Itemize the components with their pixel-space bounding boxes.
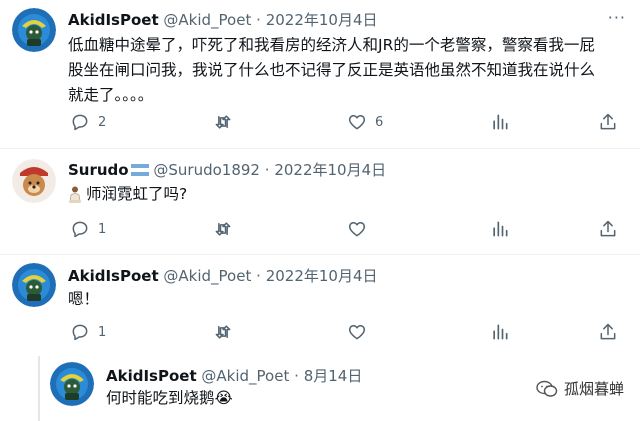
- share-button[interactable]: [598, 219, 618, 239]
- like-button[interactable]: [347, 322, 367, 342]
- action-bar: 2 6: [70, 112, 626, 134]
- avatar[interactable]: [12, 8, 56, 52]
- display-name[interactable]: AkidIsPoet: [106, 367, 197, 385]
- action-bar: 1: [70, 219, 626, 241]
- action-bar: 1: [70, 322, 626, 344]
- like-count: 6: [375, 114, 384, 130]
- retweet-button[interactable]: [213, 219, 233, 239]
- like-button[interactable]: [347, 219, 367, 239]
- tweet-text-line: 就走了。。。。: [68, 86, 154, 104]
- heart-icon: [348, 115, 366, 130]
- display-name[interactable]: AkidIsPoet: [68, 11, 159, 29]
- views-icon: [493, 221, 508, 237]
- views-button[interactable]: [490, 112, 510, 132]
- tweet-1[interactable]: AkidIsPoet @Akid_Poet · 2022年10月4日 ··· 低…: [0, 0, 640, 148]
- avatar-image: [12, 159, 56, 203]
- argentina-flag-icon: [130, 164, 149, 176]
- share-icon: [600, 113, 616, 130]
- reply-button[interactable]: 1: [70, 219, 106, 239]
- tweet-text-content: 师润霓虹了吗?: [86, 185, 188, 203]
- tweet-text: 嗯！: [68, 290, 100, 308]
- views-button[interactable]: [490, 322, 510, 342]
- wechat-icon: [536, 380, 558, 397]
- like-button[interactable]: 6: [347, 112, 383, 132]
- display-name[interactable]: AkidIsPoet: [68, 267, 159, 285]
- share-icon: [600, 220, 616, 237]
- avatar-image: [50, 362, 94, 406]
- display-name[interactable]: Surudo: [68, 161, 129, 179]
- watermark: 孤烟暮蝉: [536, 378, 624, 399]
- share-icon: [600, 323, 616, 340]
- avatar[interactable]: [12, 263, 56, 307]
- watermark-text: 孤烟暮蝉: [563, 380, 624, 398]
- tweet-header: AkidIsPoet @Akid_Poet · 2022年10月4日: [68, 9, 378, 30]
- handle[interactable]: @Akid_Poet: [163, 11, 251, 29]
- avatar[interactable]: [50, 362, 94, 406]
- separator: ·: [256, 267, 261, 285]
- handle[interactable]: @Akid_Poet: [163, 267, 251, 285]
- reply-icon: [72, 324, 88, 341]
- tweet-text: 低血糖中途晕了，吓死了和我看房的经济人和JR的一个老警察，警察看我一屁 股坐在闸…: [68, 33, 628, 108]
- meditating-person-icon: [69, 186, 81, 203]
- reply-count: 1: [98, 221, 107, 237]
- reply-icon: [72, 221, 88, 238]
- reply-count: 2: [98, 114, 107, 130]
- heart-icon: [348, 325, 366, 340]
- share-button[interactable]: [598, 322, 618, 342]
- handle[interactable]: @Surudo1892: [153, 161, 260, 179]
- tweet-3[interactable]: AkidIsPoet @Akid_Poet · 2022年10月4日 嗯！ 1: [0, 254, 640, 355]
- more-icon[interactable]: ···: [608, 8, 626, 27]
- tweet-2[interactable]: Surudo @Surudo1892 · 2022年10月4日 师润霓虹了吗? …: [0, 148, 640, 255]
- separator: ·: [264, 161, 270, 179]
- views-icon: [493, 114, 508, 130]
- tweet-text-line: 低血糖中途晕了，吓死了和我看房的经济人和JR的一个老警察，警察看我一屁: [68, 36, 595, 54]
- tweet-header: AkidIsPoet @Akid_Poet · 8月14日: [106, 365, 362, 386]
- timestamp[interactable]: 2022年10月4日: [266, 267, 378, 285]
- timestamp[interactable]: 8月14日: [304, 367, 363, 385]
- reply-count: 1: [98, 324, 107, 340]
- tweet-text: 师润霓虹了吗?: [68, 182, 187, 207]
- retweet-button[interactable]: [213, 322, 233, 342]
- timestamp[interactable]: 2022年10月4日: [274, 161, 386, 179]
- retweet-icon: [215, 222, 231, 236]
- tweet-header: AkidIsPoet @Akid_Poet · 2022年10月4日: [68, 265, 378, 286]
- handle[interactable]: @Akid_Poet: [201, 367, 289, 385]
- share-button[interactable]: [598, 112, 618, 132]
- tweet-text: 何时能吃到烧鹅😭: [106, 389, 233, 407]
- avatar-image: [12, 8, 56, 52]
- tweet-header: Surudo @Surudo1892 · 2022年10月4日: [68, 159, 386, 180]
- reply-button[interactable]: 1: [70, 322, 106, 342]
- avatar-image: [12, 263, 56, 307]
- retweet-icon: [215, 115, 231, 129]
- retweet-icon: [215, 325, 231, 339]
- separator: ·: [256, 11, 261, 29]
- retweet-button[interactable]: [213, 112, 241, 132]
- tweet-text-line: 股坐在闸口问我，我说了什么也不记得了反正是英语他虽然不知道我在说什么: [68, 61, 596, 79]
- separator: ·: [294, 367, 299, 385]
- avatar[interactable]: [12, 159, 56, 203]
- heart-icon: [348, 222, 366, 237]
- timestamp[interactable]: 2022年10月4日: [266, 11, 378, 29]
- views-icon: [493, 324, 508, 340]
- reply-icon: [72, 114, 88, 131]
- reply-button[interactable]: 2: [70, 112, 106, 132]
- views-button[interactable]: [490, 219, 510, 239]
